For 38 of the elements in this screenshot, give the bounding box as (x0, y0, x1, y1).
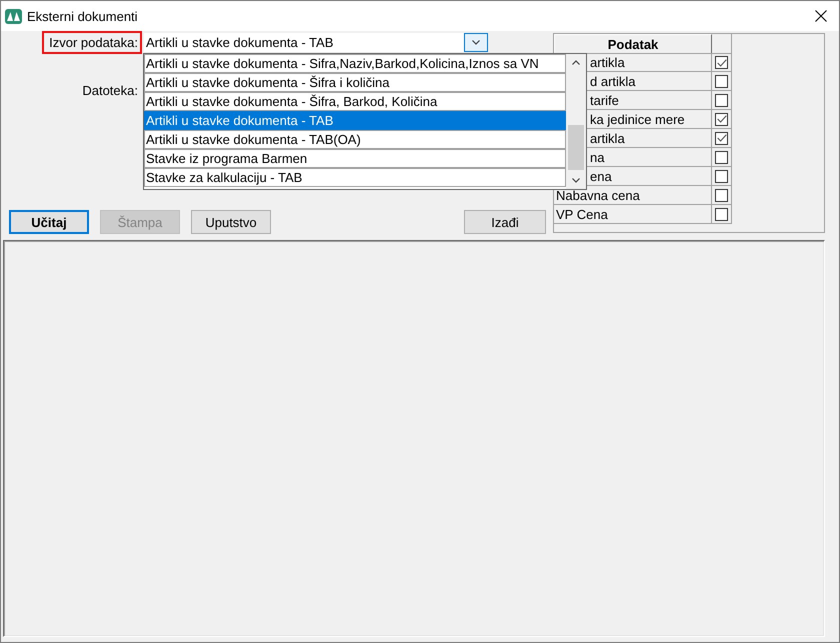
dropdown-item[interactable]: Stavke iz programa Barmen (144, 149, 566, 168)
dropdown-item[interactable]: Artikli u stavke dokumenta - Sifra,Naziv,Barkod,Kolicina,Iznos sa VN (144, 54, 566, 73)
close-icon (815, 10, 827, 22)
table-cell: Nabavna cena (554, 186, 712, 205)
checkbox[interactable] (715, 112, 728, 126)
chevron-up-icon (572, 60, 580, 65)
check-icon (716, 134, 726, 142)
list-scrollbar[interactable] (566, 54, 586, 189)
checkbox[interactable] (715, 188, 728, 202)
dropdown-item[interactable]: Artikli u stavke dokumenta - Šifra i količina (144, 73, 566, 92)
chevron-down-icon (472, 40, 480, 45)
check-icon (716, 115, 726, 123)
field-label: Datoteka: (81, 82, 139, 100)
checkbox[interactable] (715, 74, 728, 88)
check-icon (716, 58, 726, 66)
checkbox[interactable] (715, 132, 728, 144)
field-label: Izvor podataka: (42, 31, 142, 54)
dropdown-item[interactable]: Artikli u stavke dokumenta - TAB (144, 111, 566, 130)
checkbox[interactable] (715, 56, 728, 69)
dropdown-button[interactable] (464, 33, 488, 52)
checkbox[interactable] (715, 208, 728, 220)
dropdown-item[interactable]: Artikli u stavke dokumenta - TAB(OA) (144, 130, 566, 149)
checkbox[interactable] (715, 170, 728, 182)
checkbox[interactable] (715, 94, 728, 106)
action-button[interactable]: Učitaj (9, 210, 89, 234)
app-logo-icon (5, 8, 22, 24)
source-combobox[interactable]: Artikli u stavke dokumenta - TAB (144, 33, 488, 52)
window-title: Eksterni dokumenti (27, 8, 139, 24)
checkbox[interactable] (715, 150, 728, 164)
scrollbar-thumb[interactable] (568, 125, 584, 170)
action-button[interactable]: Uputstvo (191, 210, 271, 234)
chevron-down-icon (572, 178, 580, 183)
close-button[interactable] (813, 8, 829, 24)
table-cell: VP Cena (554, 205, 712, 224)
column-header: Podatak (554, 34, 712, 54)
dropdown-item[interactable]: Artikli u stavke dokumenta - Šifra, Barkod, Količina (144, 92, 566, 111)
exit-button[interactable]: Izađi (464, 210, 546, 234)
dropdown-item[interactable]: Stavke za kalkulaciju - TAB (144, 168, 566, 187)
